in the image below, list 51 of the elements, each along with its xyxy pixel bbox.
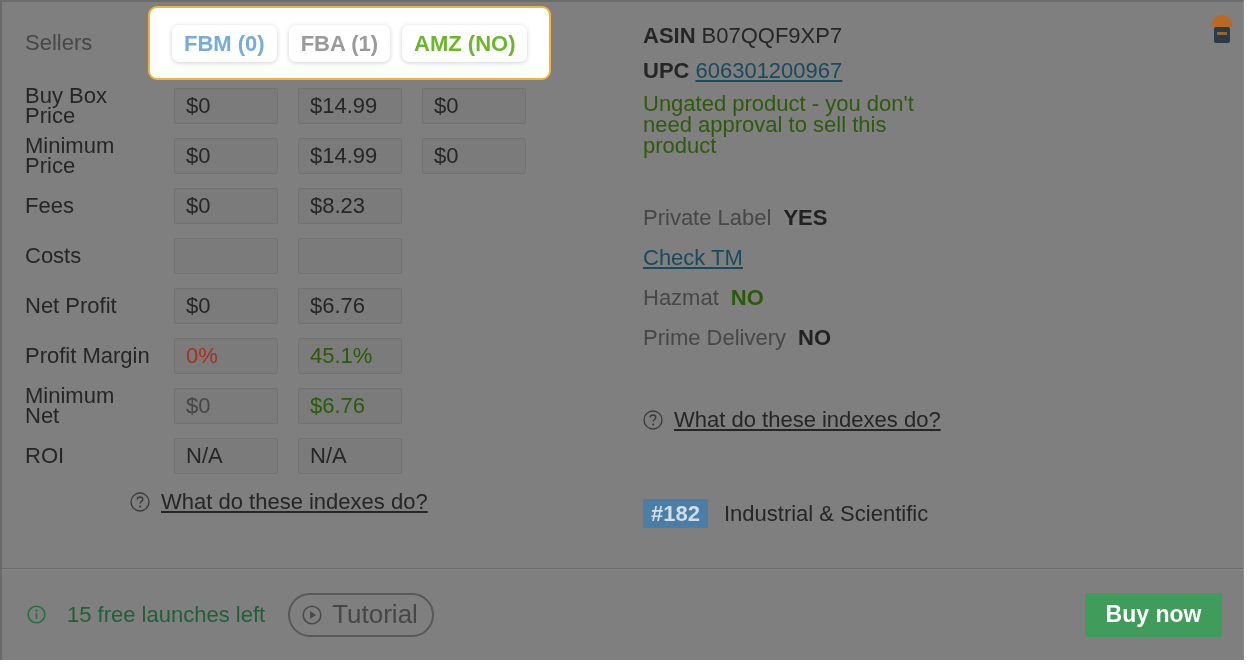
buy-now-button[interactable]: Buy now bbox=[1085, 592, 1222, 637]
seller-tab[interactable]: FBA (1) bbox=[288, 25, 391, 62]
attribute-label: Hazmat bbox=[643, 286, 719, 310]
attribute-value: YES bbox=[783, 206, 828, 230]
row-label: Profit Margin bbox=[25, 346, 151, 366]
row-label: Buy Box Price bbox=[25, 86, 108, 126]
value-field: $6.76 bbox=[298, 288, 402, 324]
launches-left-text: 15 free launches left bbox=[67, 601, 266, 628]
asin-value: B07QQF9XP7 bbox=[701, 24, 843, 48]
value-field: 0% bbox=[174, 338, 278, 374]
row-label: Net Profit bbox=[25, 296, 118, 316]
value-field: $0 bbox=[422, 138, 526, 174]
upc-label: UPC bbox=[643, 59, 690, 83]
rank-badge: #182 bbox=[643, 499, 708, 528]
row-label: ROI bbox=[25, 446, 66, 466]
tutorial-button[interactable]: Tutorial bbox=[288, 592, 434, 637]
check-tm-link[interactable]: Check TM bbox=[643, 246, 743, 270]
help-link[interactable]: What do these indexes do? bbox=[674, 408, 941, 432]
attribute-value: NO bbox=[798, 326, 832, 350]
help-link[interactable]: What do these indexes do? bbox=[161, 490, 428, 514]
attribute-label: Prime Delivery bbox=[643, 326, 787, 350]
value-field: $0 bbox=[422, 88, 526, 124]
seller-tab[interactable]: FBM (0) bbox=[172, 25, 277, 62]
value-field: $0 bbox=[174, 88, 278, 124]
help-icon bbox=[643, 410, 663, 430]
row-label: Minimum Net bbox=[25, 386, 116, 426]
logo-icon[interactable] bbox=[1211, 14, 1233, 44]
value-field: $0 bbox=[174, 138, 278, 174]
value-field: $14.99 bbox=[298, 88, 402, 124]
info-icon bbox=[27, 605, 46, 624]
value-field: N/A bbox=[298, 438, 402, 474]
value-field: $0 bbox=[174, 288, 278, 324]
seller-tab[interactable]: AMZ (NO) bbox=[402, 25, 528, 62]
value-field: $0 bbox=[174, 188, 278, 224]
value-field: 45.1% bbox=[298, 338, 402, 374]
row-label: Fees bbox=[25, 196, 75, 216]
sellers-label: Sellers bbox=[25, 31, 94, 55]
value-field: $6.76 bbox=[298, 388, 402, 424]
upc-link[interactable]: 606301200967 bbox=[695, 59, 843, 83]
help-icon bbox=[130, 492, 150, 512]
attribute-label: Private Label bbox=[643, 206, 772, 230]
value-field: $8.23 bbox=[298, 188, 402, 224]
asin-label: ASIN bbox=[643, 24, 696, 48]
category-label: Industrial & Scientific bbox=[723, 500, 929, 527]
row-label: Minimum Price bbox=[25, 136, 116, 176]
row-label: Costs bbox=[25, 246, 83, 266]
play-icon bbox=[302, 604, 323, 625]
ungated-note: Ungated product - you don't need approval to sell this product bbox=[643, 93, 915, 156]
attribute-value: NO bbox=[730, 286, 764, 310]
value-field: $14.99 bbox=[298, 138, 402, 174]
value-field: N/A bbox=[174, 438, 278, 474]
